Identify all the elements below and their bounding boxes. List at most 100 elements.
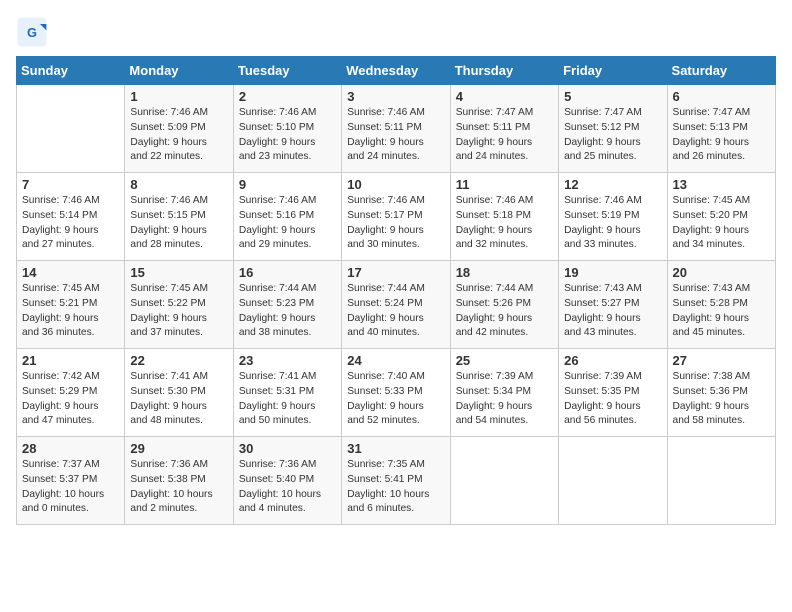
day-header-friday: Friday (559, 57, 667, 85)
calendar-cell: 23Sunrise: 7:41 AM Sunset: 5:31 PM Dayli… (233, 349, 341, 437)
day-header-saturday: Saturday (667, 57, 775, 85)
day-number: 20 (673, 265, 770, 280)
calendar-cell (450, 437, 558, 525)
calendar-cell (559, 437, 667, 525)
day-number: 18 (456, 265, 553, 280)
calendar-cell: 12Sunrise: 7:46 AM Sunset: 5:19 PM Dayli… (559, 173, 667, 261)
day-info: Sunrise: 7:44 AM Sunset: 5:26 PM Dayligh… (456, 282, 553, 341)
calendar-cell: 26 Sunrise: 7:39 AM Sunset: 5:35 PM Dayli… (559, 349, 667, 437)
day-info: Sunrise: 7:39 AM Sunset: 5:34 PM Dayligh… (456, 370, 553, 429)
day-info: Sunrise: 7:46 AM Sunset: 5:10 PM Dayligh… (239, 106, 336, 165)
day-info: Sunrise: 7:46 AM Sunset: 5:09 PM Dayligh… (130, 106, 227, 165)
day-info: Sunrise: 7:46 AM Sunset: 5:18 PM Dayligh… (456, 194, 553, 253)
day-number: 15 (130, 265, 227, 280)
day-number: 28 (22, 441, 119, 456)
day-info: Sunrise: 7:44 AM Sunset: 5:23 PM Dayligh… (239, 282, 336, 341)
calendar-cell (667, 437, 775, 525)
day-number: 10 (347, 177, 444, 192)
day-info: Sunrise: 7:47 AM Sunset: 5:11 PM Dayligh… (456, 106, 553, 165)
calendar-cell: 27Sunrise: 7:38 AM Sunset: 5:36 PM Dayli… (667, 349, 775, 437)
day-number: 13 (673, 177, 770, 192)
day-info: Sunrise: 7:46 AM Sunset: 5:14 PM Dayligh… (22, 194, 119, 253)
calendar-cell: 19 Sunrise: 7:43 AM Sunset: 5:27 PM Dayli… (559, 261, 667, 349)
calendar-cell: 24Sunrise: 7:40 AM Sunset: 5:33 PM Dayli… (342, 349, 450, 437)
calendar-cell: 21 Sunrise: 7:42 AM Sunset: 5:29 PM Dayli… (17, 349, 125, 437)
calendar-table: SundayMondayTuesdayWednesdayThursdayFrid… (16, 56, 776, 525)
calendar-week-5: 28 Sunrise: 7:37 AM Sunset: 5:37 PM Dayli… (17, 437, 776, 525)
day-header-sunday: Sunday (17, 57, 125, 85)
calendar-cell: 22 Sunrise: 7:41 AM Sunset: 5:30 PM Dayli… (125, 349, 233, 437)
day-info: Sunrise: 7:43 AM Sunset: 5:28 PM Dayligh… (673, 282, 770, 341)
day-info: Sunrise: 7:35 AM Sunset: 5:41 PM Dayligh… (347, 458, 444, 517)
calendar-cell (17, 85, 125, 173)
calendar-cell: 13 Sunrise: 7:45 AM Sunset: 5:20 PM Dayli… (667, 173, 775, 261)
day-number: 14 (22, 265, 119, 280)
calendar-cell: 1Sunrise: 7:46 AM Sunset: 5:09 PM Daylig… (125, 85, 233, 173)
calendar-cell: 10 Sunrise: 7:46 AM Sunset: 5:17 PM Dayli… (342, 173, 450, 261)
day-info: Sunrise: 7:46 AM Sunset: 5:15 PM Dayligh… (130, 194, 227, 253)
day-number: 16 (239, 265, 336, 280)
day-info: Sunrise: 7:37 AM Sunset: 5:37 PM Dayligh… (22, 458, 119, 517)
calendar-cell: 7 Sunrise: 7:46 AM Sunset: 5:14 PM Daylig… (17, 173, 125, 261)
calendar-cell: 2Sunrise: 7:46 AM Sunset: 5:10 PM Daylig… (233, 85, 341, 173)
day-info: Sunrise: 7:41 AM Sunset: 5:30 PM Dayligh… (130, 370, 227, 429)
day-header-thursday: Thursday (450, 57, 558, 85)
calendar-cell: 3 Sunrise: 7:46 AM Sunset: 5:11 PM Daylig… (342, 85, 450, 173)
day-info: Sunrise: 7:42 AM Sunset: 5:29 PM Dayligh… (22, 370, 119, 429)
day-info: Sunrise: 7:46 AM Sunset: 5:11 PM Dayligh… (347, 106, 444, 165)
calendar-cell: 11 Sunrise: 7:46 AM Sunset: 5:18 PM Dayli… (450, 173, 558, 261)
day-number: 11 (456, 177, 553, 192)
calendar-header-row: SundayMondayTuesdayWednesdayThursdayFrid… (17, 57, 776, 85)
calendar-cell: 14 Sunrise: 7:45 AM Sunset: 5:21 PM Dayli… (17, 261, 125, 349)
day-info: Sunrise: 7:41 AM Sunset: 5:31 PM Dayligh… (239, 370, 336, 429)
calendar-week-1: 1Sunrise: 7:46 AM Sunset: 5:09 PM Daylig… (17, 85, 776, 173)
day-info: Sunrise: 7:36 AM Sunset: 5:40 PM Dayligh… (239, 458, 336, 517)
day-info: Sunrise: 7:46 AM Sunset: 5:16 PM Dayligh… (239, 194, 336, 253)
day-number: 29 (130, 441, 227, 456)
calendar-cell: 6 Sunrise: 7:47 AM Sunset: 5:13 PM Daylig… (667, 85, 775, 173)
day-info: Sunrise: 7:46 AM Sunset: 5:17 PM Dayligh… (347, 194, 444, 253)
logo-icon: G (16, 16, 48, 48)
day-number: 31 (347, 441, 444, 456)
day-info: Sunrise: 7:36 AM Sunset: 5:38 PM Dayligh… (130, 458, 227, 517)
day-info: Sunrise: 7:45 AM Sunset: 5:22 PM Dayligh… (130, 282, 227, 341)
day-number: 19 (564, 265, 661, 280)
day-info: Sunrise: 7:47 AM Sunset: 5:12 PM Dayligh… (564, 106, 661, 165)
day-header-tuesday: Tuesday (233, 57, 341, 85)
calendar-cell: 15 Sunrise: 7:45 AM Sunset: 5:22 PM Dayli… (125, 261, 233, 349)
calendar-cell: 8 Sunrise: 7:46 AM Sunset: 5:15 PM Daylig… (125, 173, 233, 261)
calendar-cell: 29 Sunrise: 7:36 AM Sunset: 5:38 PM Dayli… (125, 437, 233, 525)
day-info: Sunrise: 7:45 AM Sunset: 5:20 PM Dayligh… (673, 194, 770, 253)
day-info: Sunrise: 7:40 AM Sunset: 5:33 PM Dayligh… (347, 370, 444, 429)
day-info: Sunrise: 7:39 AM Sunset: 5:35 PM Dayligh… (564, 370, 661, 429)
day-info: Sunrise: 7:44 AM Sunset: 5:24 PM Dayligh… (347, 282, 444, 341)
day-number: 5 (564, 89, 661, 104)
day-info: Sunrise: 7:43 AM Sunset: 5:27 PM Dayligh… (564, 282, 661, 341)
day-number: 22 (130, 353, 227, 368)
day-info: Sunrise: 7:46 AM Sunset: 5:19 PM Dayligh… (564, 194, 661, 253)
day-number: 7 (22, 177, 119, 192)
day-number: 4 (456, 89, 553, 104)
day-number: 26 (564, 353, 661, 368)
calendar-week-3: 14 Sunrise: 7:45 AM Sunset: 5:21 PM Dayli… (17, 261, 776, 349)
day-number: 17 (347, 265, 444, 280)
day-info: Sunrise: 7:47 AM Sunset: 5:13 PM Dayligh… (673, 106, 770, 165)
calendar-cell: 16 Sunrise: 7:44 AM Sunset: 5:23 PM Dayli… (233, 261, 341, 349)
day-header-monday: Monday (125, 57, 233, 85)
day-number: 8 (130, 177, 227, 192)
calendar-cell: 4 Sunrise: 7:47 AM Sunset: 5:11 PM Daylig… (450, 85, 558, 173)
day-header-wednesday: Wednesday (342, 57, 450, 85)
day-number: 27 (673, 353, 770, 368)
calendar-cell: 9 Sunrise: 7:46 AM Sunset: 5:16 PM Daylig… (233, 173, 341, 261)
day-number: 9 (239, 177, 336, 192)
day-info: Sunrise: 7:45 AM Sunset: 5:21 PM Dayligh… (22, 282, 119, 341)
calendar-cell: 20 Sunrise: 7:43 AM Sunset: 5:28 PM Dayli… (667, 261, 775, 349)
calendar-cell: 17 Sunrise: 7:44 AM Sunset: 5:24 PM Dayli… (342, 261, 450, 349)
day-number: 21 (22, 353, 119, 368)
day-number: 6 (673, 89, 770, 104)
calendar-cell: 18 Sunrise: 7:44 AM Sunset: 5:26 PM Dayli… (450, 261, 558, 349)
calendar-cell: 5 Sunrise: 7:47 AM Sunset: 5:12 PM Daylig… (559, 85, 667, 173)
calendar-cell: 28 Sunrise: 7:37 AM Sunset: 5:37 PM Dayli… (17, 437, 125, 525)
day-number: 3 (347, 89, 444, 104)
calendar-week-4: 21 Sunrise: 7:42 AM Sunset: 5:29 PM Dayli… (17, 349, 776, 437)
